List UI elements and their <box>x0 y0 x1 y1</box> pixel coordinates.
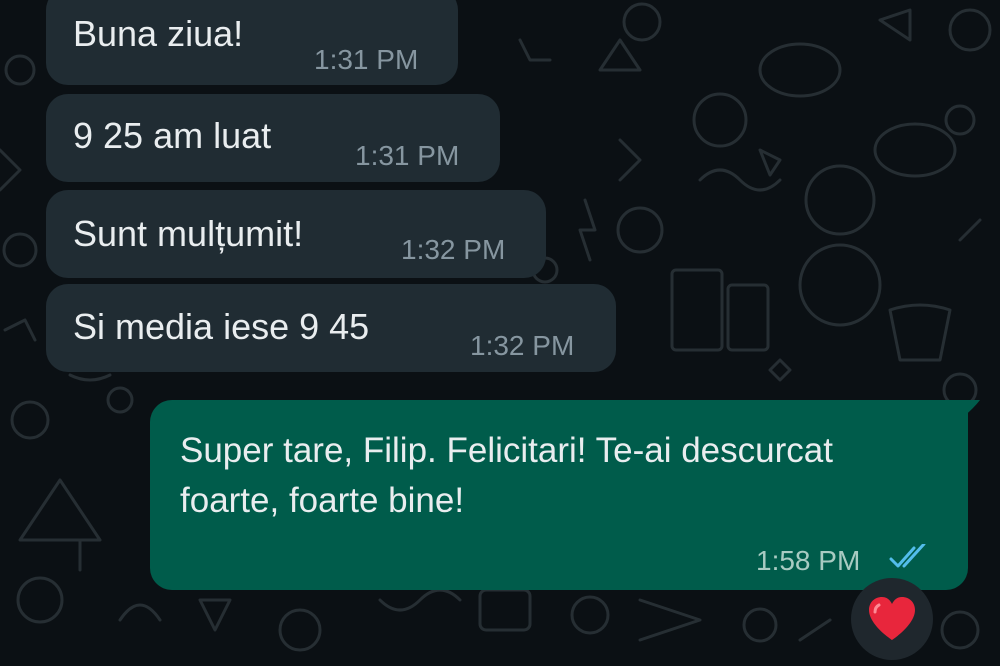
message-text: Si media iese 9 45 <box>73 306 370 347</box>
message-text: Sunt mulțumit! <box>73 213 304 254</box>
message-reaction[interactable] <box>851 578 933 660</box>
message-text: 9 25 am luat <box>73 115 272 156</box>
red-heart-icon <box>869 597 915 640</box>
message-bubble-incoming[interactable]: Si media iese 9 45 1:32 PM <box>46 284 616 372</box>
bubble-tail <box>962 400 980 418</box>
message-timestamp: 1:31 PM <box>314 44 419 75</box>
message-bubble-incoming[interactable]: 9 25 am luat 1:31 PM <box>46 94 500 182</box>
message-bubble-outgoing[interactable]: Super tare, Filip. Felicitari! Te-ai des… <box>150 400 968 590</box>
chat-conversation: Buna ziua! 1:31 PM 9 25 am luat 1:31 PM … <box>0 0 1000 666</box>
message-timestamp: 1:31 PM <box>355 140 460 171</box>
message-timestamp: 1:32 PM <box>470 330 575 361</box>
message-timestamp: 1:58 PM <box>756 545 861 576</box>
message-timestamp: 1:32 PM <box>401 234 506 265</box>
double-check-read-icon <box>889 544 926 568</box>
message-bubble-incoming[interactable]: Sunt mulțumit! 1:32 PM <box>46 190 546 278</box>
message-text: Super tare, Filip. Felicitari! Te-ai des… <box>180 431 833 520</box>
message-bubble-incoming[interactable]: Buna ziua! 1:31 PM <box>46 0 458 85</box>
message-text: Buna ziua! <box>73 13 244 54</box>
